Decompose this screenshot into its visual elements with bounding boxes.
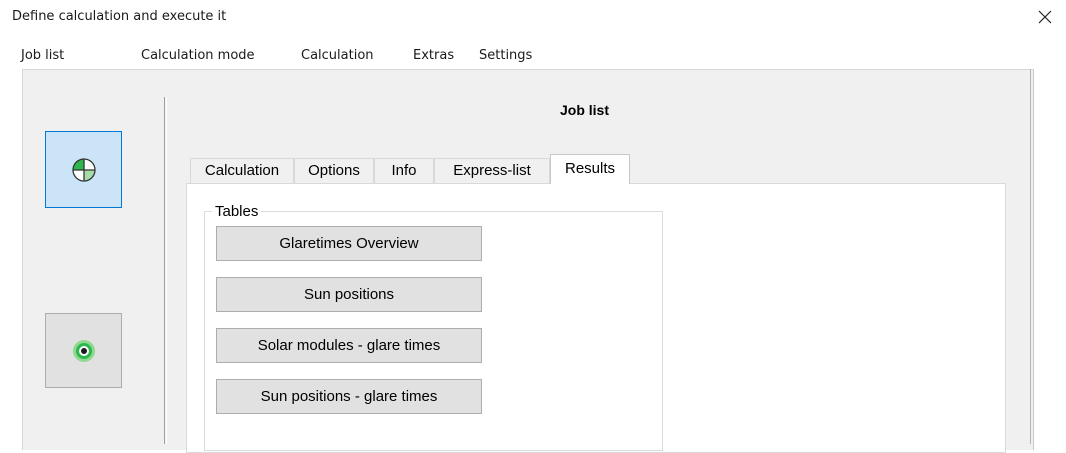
sun-positions-glare-times-button[interactable]: Sun positions - glare times	[216, 379, 482, 414]
sun-positions-button[interactable]: Sun positions	[216, 277, 482, 312]
tab-calculation[interactable]: Calculation	[190, 158, 294, 183]
solar-modules-glare-times-button[interactable]: Solar modules - glare times	[216, 328, 482, 363]
window-title: Define calculation and execute it	[12, 9, 227, 24]
target-dot-icon	[72, 339, 95, 362]
tables-group-label: Tables	[212, 203, 262, 220]
sidebar-button-calculation[interactable]	[45, 131, 122, 208]
glaretimes-overview-button[interactable]: Glaretimes Overview	[216, 226, 482, 261]
tab-express-list[interactable]: Express-list	[434, 158, 550, 183]
menu-bar: Job list Calculation mode Calculation Ex…	[0, 43, 700, 69]
right-divider	[1030, 69, 1031, 444]
panel-title: Job list	[560, 102, 610, 118]
tab-info[interactable]: Info	[374, 158, 434, 183]
tab-options[interactable]: Options	[294, 158, 374, 183]
menu-settings[interactable]: Settings	[477, 46, 534, 65]
close-icon[interactable]	[1036, 8, 1054, 26]
sidebar-divider	[164, 97, 165, 444]
quadrant-circle-icon	[71, 157, 96, 182]
menu-calculation-mode[interactable]: Calculation mode	[139, 46, 257, 65]
menu-extras[interactable]: Extras	[411, 46, 456, 65]
menu-job-list[interactable]: Job list	[19, 46, 66, 65]
sidebar-button-target[interactable]	[45, 313, 122, 388]
tab-results[interactable]: Results	[550, 154, 630, 184]
menu-calculation[interactable]: Calculation	[299, 46, 376, 65]
sidebar-divider-highlight	[166, 97, 167, 444]
